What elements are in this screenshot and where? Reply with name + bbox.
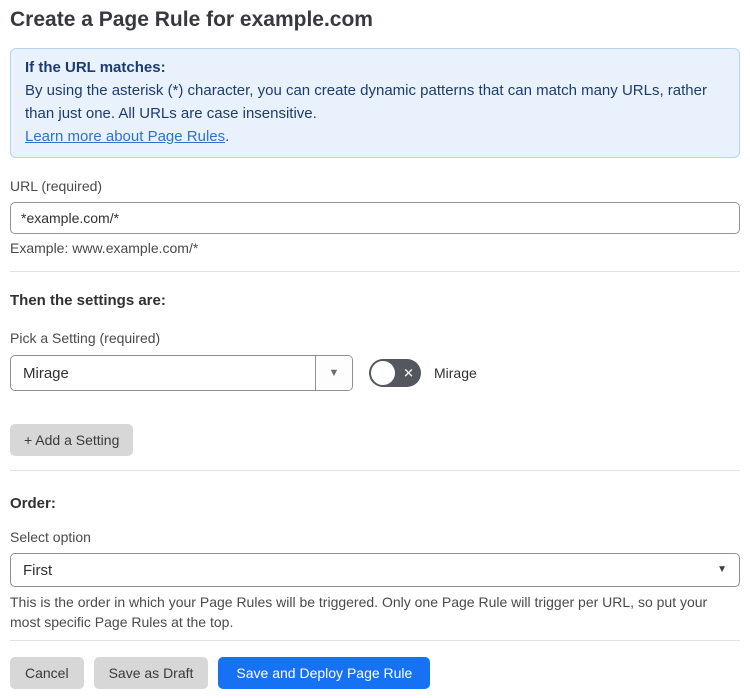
settings-section-heading: Then the settings are: (10, 292, 166, 309)
mirage-toggle[interactable]: ✕ (369, 359, 421, 387)
order-help-text: This is the order in which your Page Rul… (10, 594, 708, 630)
setting-select-arrow-button[interactable]: ▼ (315, 356, 352, 390)
pick-setting-label: Pick a Setting (required) (10, 330, 161, 346)
toggle-knob (371, 361, 395, 385)
cancel-button[interactable]: Cancel (10, 657, 84, 689)
divider (10, 640, 740, 641)
setting-select[interactable]: Mirage ▼ (10, 355, 353, 391)
url-match-info-box: If the URL matches: By using the asteris… (10, 48, 740, 158)
url-input[interactable] (10, 202, 740, 234)
info-box-link-line: Learn more about Page Rules. (25, 125, 725, 148)
chevron-down-icon: ▼ (717, 564, 727, 575)
learn-more-link[interactable]: Learn more about Page Rules (25, 128, 225, 145)
setting-row: Mirage ▼ ✕ Mirage (10, 355, 740, 391)
page-title: Create a Page Rule for example.com (10, 8, 373, 31)
order-select-value: First (23, 561, 53, 579)
info-box-body-text: By using the asterisk (*) character, you… (25, 82, 707, 122)
order-section-heading: Order: (10, 495, 56, 512)
create-page-rule-panel: Create a Page Rule for example.com If th… (0, 0, 750, 698)
add-setting-button[interactable]: + Add a Setting (10, 424, 134, 456)
order-select[interactable]: First ▼ (10, 553, 740, 587)
save-and-deploy-button[interactable]: Save and Deploy Page Rule (218, 657, 431, 689)
save-as-draft-button[interactable]: Save as Draft (93, 657, 209, 689)
toggle-off-x-icon: ✕ (403, 365, 414, 381)
url-example-text: Example: www.example.com/* (10, 240, 199, 256)
divider (10, 271, 740, 272)
link-period: . (225, 128, 230, 145)
order-select-caret-area: ▼ (717, 554, 739, 586)
divider (10, 470, 740, 471)
footer-actions: Cancel Save as Draft Save and Deploy Pag… (10, 657, 740, 689)
setting-select-value: Mirage (23, 364, 69, 382)
order-select-label: Select option (10, 529, 91, 545)
info-box-heading: If the URL matches: (25, 59, 166, 76)
url-field-label: URL (required) (10, 178, 103, 194)
chevron-down-icon: ▼ (328, 366, 340, 379)
info-box-body: By using the asterisk (*) character, you… (25, 79, 725, 125)
toggle-label: Mirage (434, 365, 477, 381)
